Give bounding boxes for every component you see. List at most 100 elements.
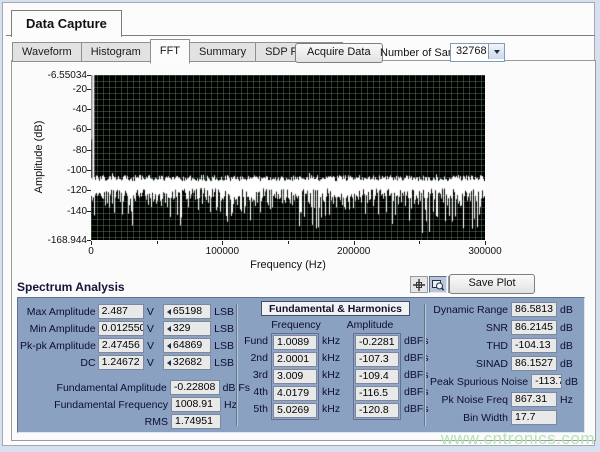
y-tick-label: -60 <box>39 124 87 135</box>
harmonic-row-label: Fund <box>242 334 268 349</box>
field-label: SNR <box>430 322 508 334</box>
unit-label: Hz <box>560 394 578 406</box>
unit-label: V <box>147 357 154 369</box>
unit-label: kHz <box>322 368 350 385</box>
harmonic-frequency-field: 4.0179 <box>273 386 317 401</box>
group-divider <box>236 304 238 426</box>
unit-label: kHz <box>322 334 350 351</box>
tab-data-capture[interactable]: Data Capture <box>11 10 122 37</box>
harmonic-row-label: 2nd <box>242 351 268 366</box>
number-of-samples-dropdown[interactable]: 32768 <box>450 43 505 62</box>
unit-label: LSB <box>214 357 234 369</box>
volts-value-field: 1.24672 <box>98 355 144 370</box>
tab-bar: WaveformHistogramFFTSummarySDP Revision <box>12 42 342 61</box>
lsb-value: 65198 <box>173 305 202 318</box>
unit-label: kHz <box>322 402 350 419</box>
unit-label: dB <box>565 376 578 388</box>
lsb-value-field: 32682 <box>163 355 211 370</box>
save-plot-button[interactable]: Save Plot <box>449 274 535 294</box>
chevron-down-icon <box>494 50 500 54</box>
x-minor-tick-mark <box>288 241 289 244</box>
measurement-row: RMS1.74951 <box>20 414 250 429</box>
measurement-row: Max Amplitude2.487V65198LSB <box>20 304 234 319</box>
field-label: Dynamic Range <box>430 304 508 316</box>
harmonic-frequency-field: 5.0269 <box>273 403 317 418</box>
unit-label: LSB <box>214 340 234 352</box>
harmonics-title: Fundamental & Harmonics <box>261 301 410 316</box>
x-minor-tick-mark <box>157 241 158 244</box>
zoom-icon[interactable] <box>429 276 447 293</box>
value-field: 1.74951 <box>171 414 221 429</box>
unit-label: LSB <box>214 323 234 335</box>
value-field: 867.31 <box>511 392 557 407</box>
y-tick-label: -120 <box>39 185 87 196</box>
lsb-value: 329 <box>173 322 191 335</box>
field-label: Max Amplitude <box>20 306 96 318</box>
unit-label: LSB <box>214 306 234 318</box>
field-label: Pk Noise Freq <box>430 394 508 406</box>
unit-label: V <box>147 323 154 335</box>
lsb-value-field: 329 <box>163 321 211 336</box>
y-tick-label: -40 <box>39 104 87 115</box>
volts-value-field: 2.47456 <box>98 338 144 353</box>
amplitude-fields-box: -0.2281-107.3-109.4-116.5-120.8 <box>353 333 401 420</box>
spinner-left-icon <box>167 360 171 366</box>
unit-label: V <box>147 340 154 352</box>
measurement-row: Pk-pk Amplitude2.47456V64869LSB <box>20 338 234 353</box>
value-field: 86.1527 <box>511 356 557 371</box>
unit-label: dBFs <box>404 334 432 351</box>
crosshair-icon[interactable] <box>410 276 428 293</box>
amplitude-group: Max Amplitude2.487V65198LSBMin Amplitude… <box>20 304 234 372</box>
number-of-samples-value[interactable]: 32768 <box>451 44 488 61</box>
lsb-value-field: 64869 <box>163 338 211 353</box>
spinner-left-icon <box>167 343 171 349</box>
value-field: 1008.91 <box>171 397 221 412</box>
harmonic-amplitude-field: -109.4 <box>355 369 399 384</box>
x-tick-mark <box>222 241 223 245</box>
tab-waveform[interactable]: Waveform <box>12 42 82 62</box>
unit-label: kHz <box>322 385 350 402</box>
y-tick-label: -6.55034 <box>39 70 87 81</box>
field-label: RMS <box>20 416 168 428</box>
amplitude-column-header: Amplitude <box>342 319 398 331</box>
acquire-data-button[interactable]: Acquire Data <box>295 43 383 63</box>
unit-label: dBFs <box>404 351 432 368</box>
dropdown-button[interactable] <box>488 44 504 59</box>
volts-value-field: 2.487 <box>98 304 144 319</box>
field-label: THD <box>430 340 508 352</box>
group-divider <box>424 304 426 426</box>
x-axis-title: Frequency (Hz) <box>91 259 485 271</box>
metric-row: Bin Width17.7 <box>430 410 578 425</box>
x-tick-label: 0 <box>61 246 121 257</box>
metrics-group: Dynamic Range86.5813dBSNR86.2145dBTHD-10… <box>430 302 578 428</box>
dbfs-units: dBFsdBFsdBFsdBFsdBFs <box>404 334 432 419</box>
harmonic-amplitude-field: -120.8 <box>355 403 399 418</box>
spinner-left-icon <box>167 326 171 332</box>
unit-label: dB <box>560 322 578 334</box>
harmonic-row-labels: Fund2nd3rd4th5th <box>242 334 268 419</box>
x-tick-label: 200000 <box>324 246 384 257</box>
field-label: Min Amplitude <box>20 323 96 335</box>
x-tick-mark <box>91 241 92 245</box>
x-tick-label: 100000 <box>192 246 252 257</box>
tab-fft[interactable]: FFT <box>150 39 190 64</box>
tab-summary[interactable]: Summary <box>189 42 256 62</box>
unit-label: dB <box>560 340 578 352</box>
screen: Data Capture WaveformHistogramFFTSummary… <box>0 0 600 452</box>
watermark: www.cntronics.com <box>441 429 595 449</box>
fft-trace-canvas[interactable] <box>91 75 485 240</box>
x-tick-mark <box>354 241 355 245</box>
unit-label: Hz <box>224 399 237 411</box>
measurement-row: Min Amplitude0.012550V329LSB <box>20 321 234 336</box>
value-field: 17.7 <box>511 410 557 425</box>
field-label: Peak Spurious Noise <box>430 376 528 388</box>
y-tick-label: -168.944 <box>39 235 87 246</box>
metric-row: Dynamic Range86.5813dB <box>430 302 578 317</box>
tab-histogram[interactable]: Histogram <box>81 42 151 62</box>
frequency-fields-box: 1.00892.00013.0094.01795.0269 <box>271 333 319 420</box>
y-tick-label: -80 <box>39 145 87 156</box>
field-label: Fundamental Frequency <box>20 399 168 411</box>
fft-plot-area[interactable] <box>91 75 485 240</box>
measurement-row: Fundamental Frequency1008.91Hz <box>20 397 250 412</box>
field-label: Bin Width <box>430 412 508 424</box>
